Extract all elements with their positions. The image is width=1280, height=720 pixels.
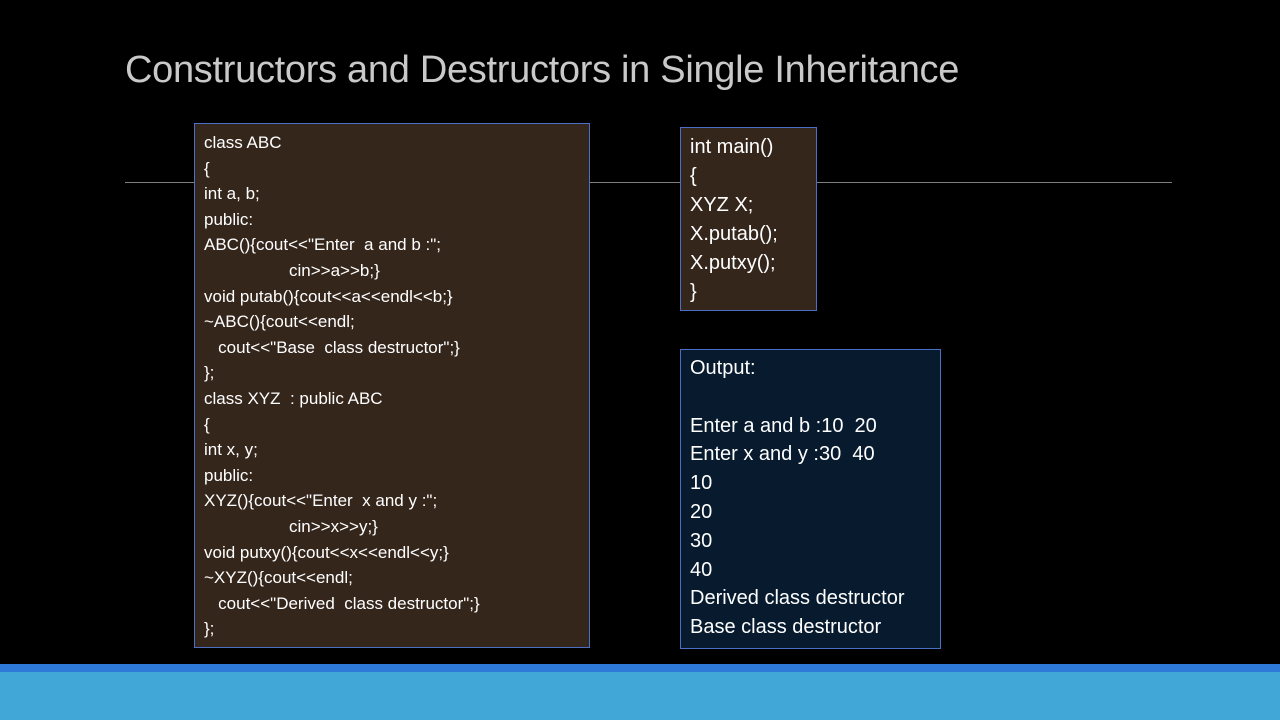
output-line: 40 <box>690 558 713 581</box>
output-line: 30 <box>690 529 713 552</box>
output-line: Enter x and y :30 40 <box>690 443 875 466</box>
code-line: int a, b; <box>204 184 260 204</box>
code-line: { <box>204 414 210 434</box>
output-line: 10 <box>690 472 713 495</box>
output-line: Base class destructor <box>690 616 882 639</box>
main-code-line: { <box>690 165 697 187</box>
code-line: }; <box>204 363 215 383</box>
main-code-line: int main() <box>690 136 774 158</box>
footer-band-light <box>0 672 1280 720</box>
code-line: { <box>204 158 210 178</box>
code-line: ~ABC(){cout<<endl; <box>204 312 355 332</box>
code-line: ~XYZ(){cout<<endl; <box>204 568 353 588</box>
code-line: }; <box>204 619 215 639</box>
code-line: class XYZ : public ABC <box>204 388 383 408</box>
code-line: void putxy(){cout<<x<<endl<<y;} <box>204 542 449 562</box>
code-line: cin>>a>>b;} <box>204 260 380 280</box>
slide-title: Constructors and Destructors in Single I… <box>125 49 960 91</box>
code-line: class ABC <box>204 133 282 152</box>
main-code-box: int main() { XYZ X; X.putab(); X.putxy()… <box>680 127 817 311</box>
code-line: ABC(){cout<<"Enter a and b :"; <box>204 235 441 255</box>
code-line: void putab(){cout<<a<<endl<<b;} <box>204 286 453 306</box>
main-code-line: } <box>690 281 697 303</box>
footer-band-dark <box>0 664 1280 672</box>
code-line: cout<<"Base class destructor";} <box>204 337 460 357</box>
code-line: cin>>x>>y;} <box>204 516 378 536</box>
code-line: int x, y; <box>204 440 258 460</box>
output-line: Enter a and b :10 20 <box>690 414 877 437</box>
code-line: cout<<"Derived class destructor";} <box>204 593 480 613</box>
output-line: Derived class destructor <box>690 587 905 610</box>
output-heading: Output: <box>690 357 756 379</box>
code-line: public: <box>204 465 254 485</box>
code-line: public: <box>204 209 254 229</box>
code-line: XYZ(){cout<<"Enter x and y :"; <box>204 491 438 511</box>
main-code-line: X.putxy(); <box>690 252 776 274</box>
main-code-line: X.putab(); <box>690 223 778 245</box>
class-code-box: class ABC { int a, b; public: ABC(){cout… <box>194 123 590 648</box>
main-code-line: XYZ X; <box>690 194 754 216</box>
output-line: 20 <box>690 500 713 523</box>
slide: Constructors and Destructors in Single I… <box>0 0 1280 720</box>
output-box: Output: Enter a and b :10 20 Enter x and… <box>680 349 941 649</box>
